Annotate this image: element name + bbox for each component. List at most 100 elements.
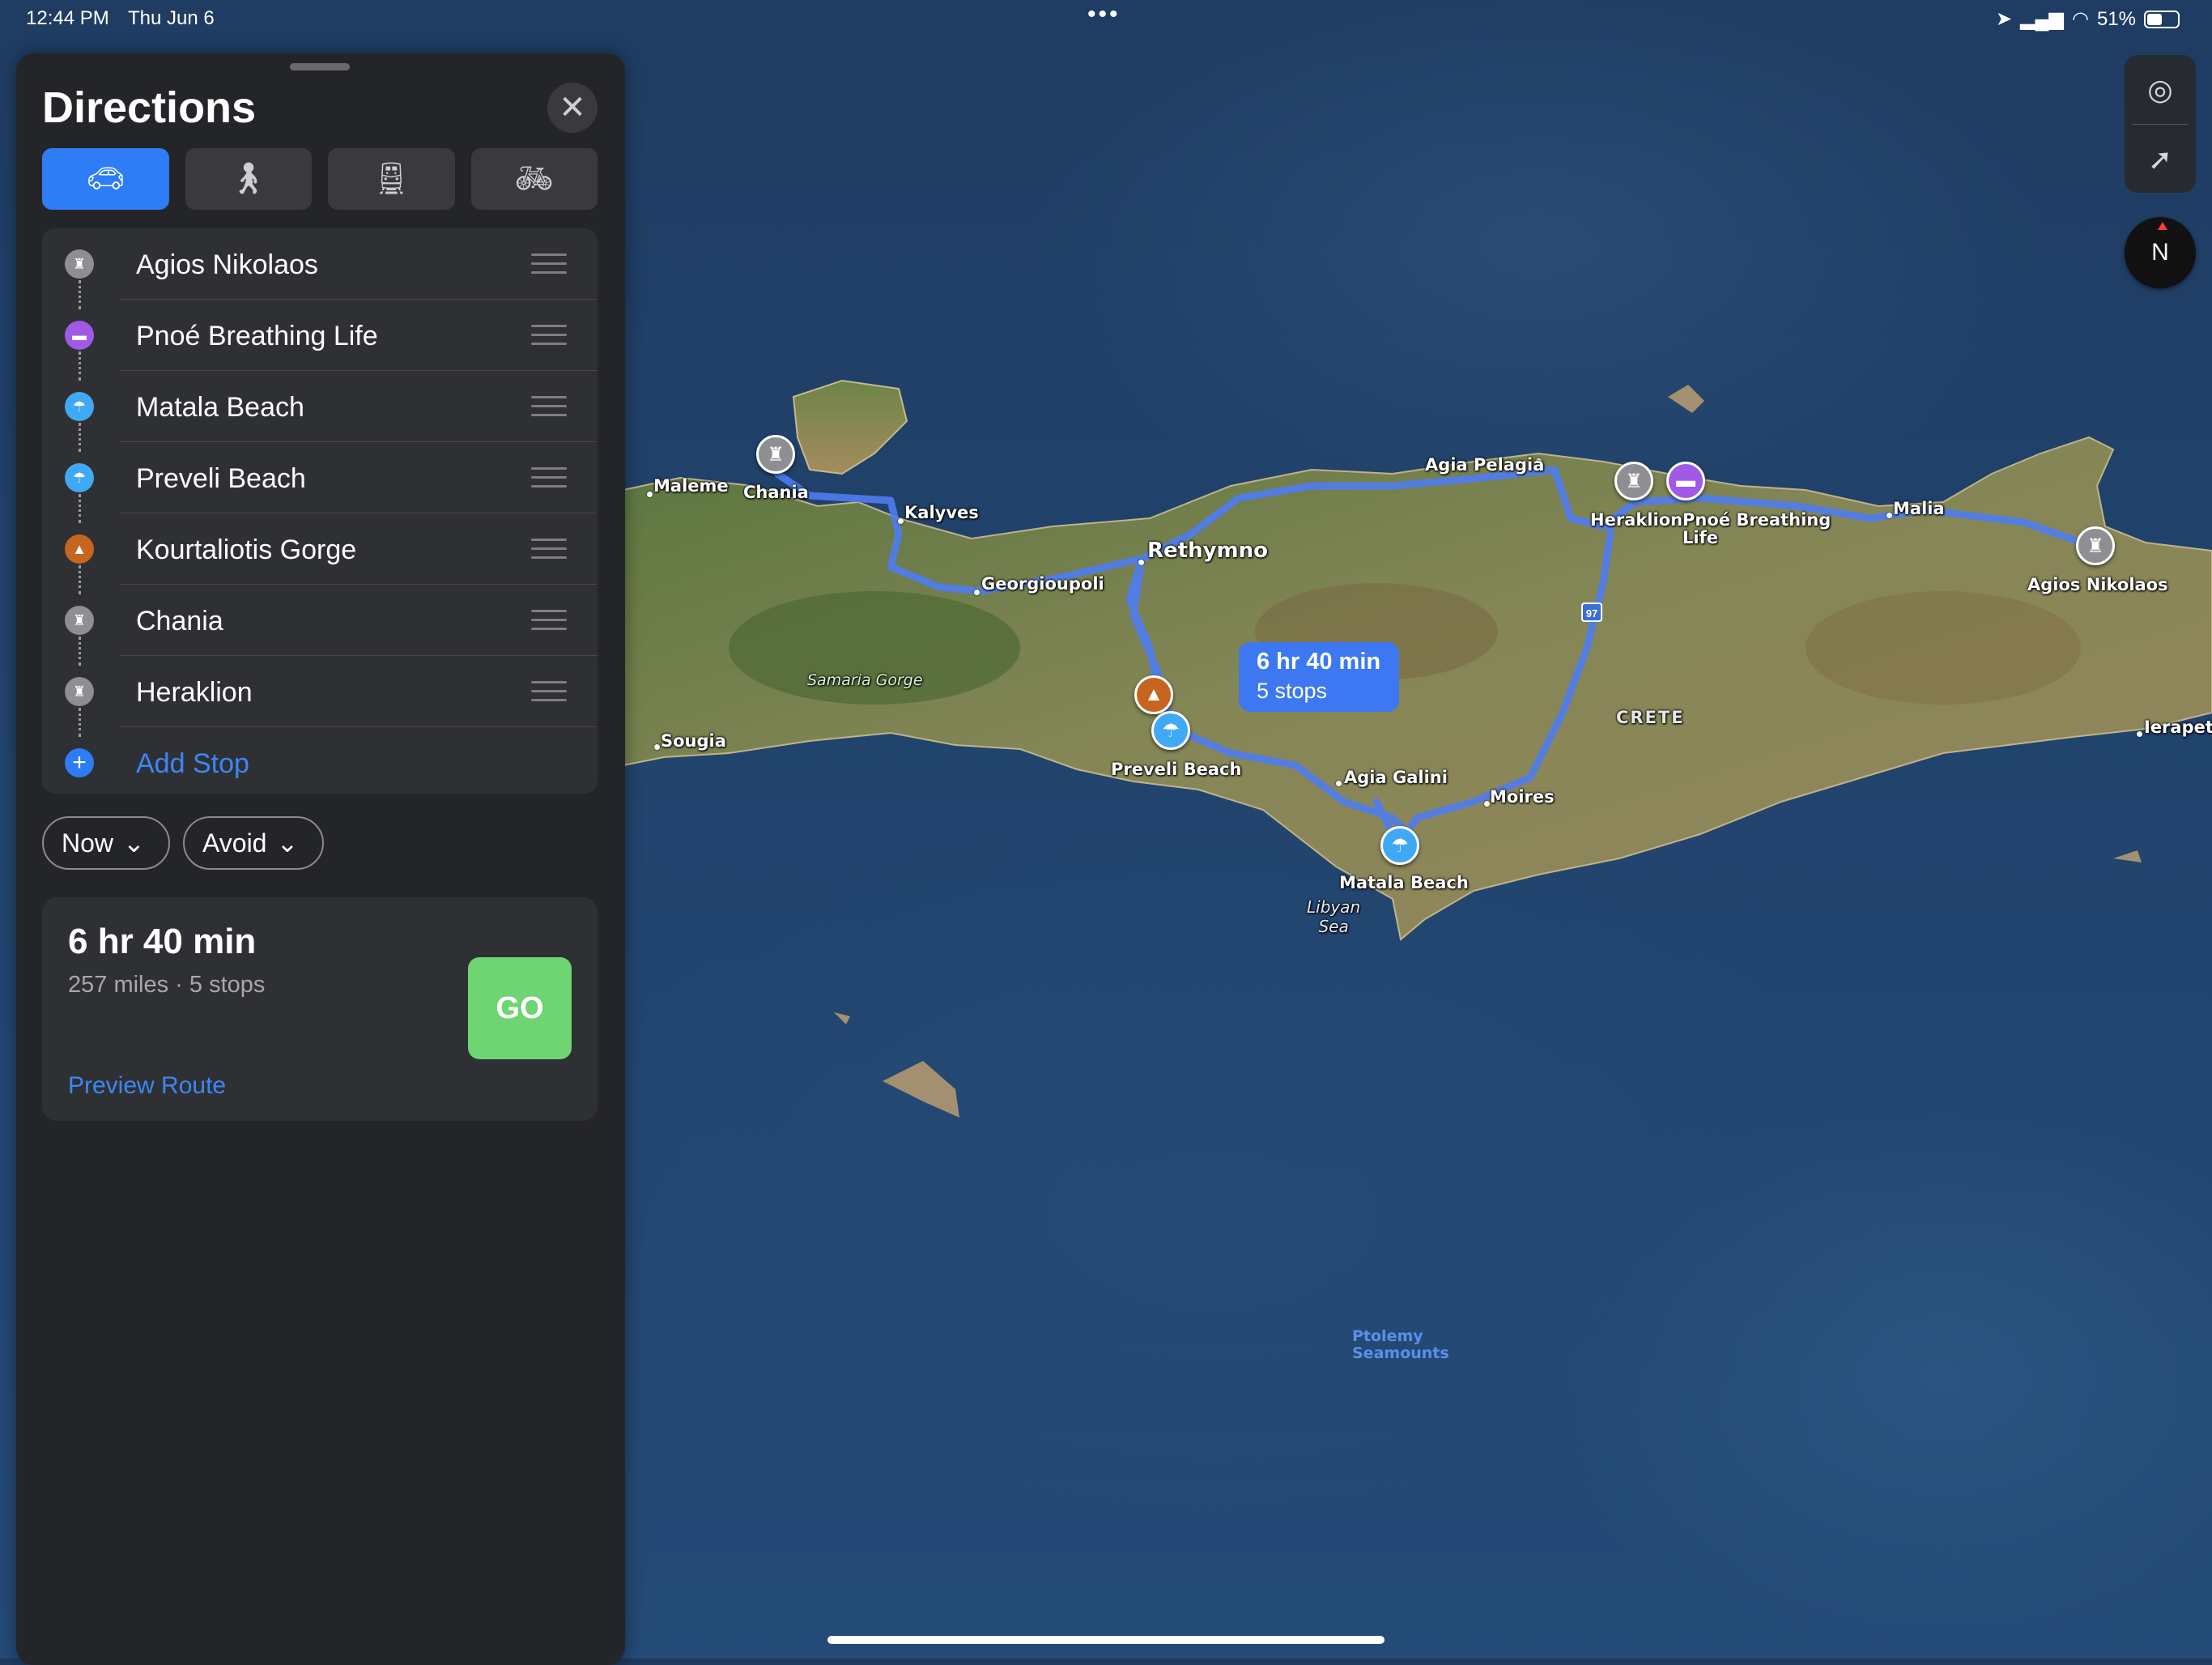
wifi-icon: ◠ bbox=[2072, 8, 2089, 30]
chania-peninsula bbox=[792, 379, 908, 475]
ptolemy-line1: Ptolemy bbox=[1352, 1327, 1423, 1345]
libyan-sea-line2: Sea bbox=[1318, 917, 1349, 936]
route-callout-stops: 5 stops bbox=[1257, 679, 1328, 703]
compass-button[interactable]: N bbox=[2125, 217, 2196, 288]
route-details: 257 miles · 5 stops bbox=[68, 972, 266, 998]
pin-chania[interactable]: ♜ bbox=[756, 435, 795, 474]
stop-row[interactable]: ♜ Chania bbox=[42, 585, 598, 666]
avoid-button[interactable]: Avoid ⌄ bbox=[183, 816, 324, 870]
mode-drive-button[interactable]: 🚗︎ bbox=[42, 148, 169, 210]
stop-row[interactable]: ☂ Preveli Beach bbox=[42, 442, 598, 523]
reorder-handle-icon[interactable] bbox=[531, 325, 567, 346]
map-label-agios-nikolaos[interactable]: Agios Nikolaos bbox=[2027, 575, 2168, 594]
map-label-maleme[interactable]: Maleme bbox=[653, 476, 729, 496]
location-arrow-icon[interactable]: ➚ bbox=[2125, 125, 2196, 193]
panel-grabber[interactable] bbox=[290, 63, 350, 70]
globe-icon[interactable]: ◎ bbox=[2125, 55, 2196, 124]
map-label-libyan-sea: Libyan Sea bbox=[1307, 897, 1360, 936]
map-label-georgioupoli[interactable]: Georgioupoli bbox=[981, 574, 1104, 594]
town-dot bbox=[1336, 781, 1342, 786]
multitasking-dots[interactable]: ••• bbox=[1087, 1, 1121, 28]
ptolemy-line2: Seamounts bbox=[1352, 1344, 1449, 1362]
pin-pnoe-breathing-life[interactable]: ▬ bbox=[1666, 462, 1705, 500]
map-label-malia[interactable]: Malia bbox=[1893, 499, 1945, 518]
reorder-handle-icon[interactable] bbox=[531, 681, 567, 702]
bed-icon: ▬ bbox=[65, 321, 94, 350]
stop-label[interactable]: Pnoé Breathing Life bbox=[136, 321, 378, 352]
route-callout[interactable]: 6 hr 40 min 5 stops bbox=[1239, 642, 1399, 712]
beach-umbrella-icon: ☂ bbox=[1162, 719, 1180, 742]
stop-row[interactable]: ♜ Heraklion bbox=[42, 656, 598, 737]
stop-row[interactable]: ♜ Agios Nikolaos bbox=[42, 228, 598, 309]
libyan-sea-line1: Libyan bbox=[1307, 897, 1361, 917]
mode-transit-button[interactable]: 🚆︎ bbox=[328, 148, 455, 210]
map-label-samaria-gorge[interactable]: Samaria Gorge bbox=[807, 671, 923, 689]
reorder-handle-icon[interactable] bbox=[531, 610, 567, 631]
pin-heraklion[interactable]: ♜ bbox=[1614, 462, 1653, 500]
pin-preveli-beach[interactable]: ☂ bbox=[1151, 711, 1190, 750]
add-stop-label: Add Stop bbox=[136, 748, 249, 779]
city-icon: ♜ bbox=[65, 606, 94, 635]
preview-route-link[interactable]: Preview Route bbox=[68, 1072, 226, 1100]
stop-label[interactable]: Preveli Beach bbox=[136, 463, 306, 495]
route-summary-card[interactable]: 6 hr 40 min 257 miles · 5 stops GO Previ… bbox=[42, 897, 598, 1121]
town-dot bbox=[974, 590, 980, 595]
route-shield-97: 97 bbox=[1581, 603, 1602, 622]
town-dot bbox=[1138, 560, 1144, 565]
pin-matala-beach[interactable]: ☂ bbox=[1380, 826, 1419, 865]
pin-kourtaliotis-gorge[interactable]: ▲ bbox=[1134, 675, 1173, 714]
map-label-heraklion[interactable]: Heraklion bbox=[1590, 510, 1682, 530]
mode-walk-button[interactable]: 🚶︎ bbox=[185, 148, 312, 210]
pin-agios-nikolaos[interactable]: ♜ bbox=[2076, 526, 2115, 565]
stop-label[interactable]: Heraklion bbox=[136, 677, 253, 709]
town-dot bbox=[1484, 801, 1490, 807]
status-right: ➤ ▂▄▆ ◠ 51% bbox=[1996, 7, 2180, 31]
panel-title: Directions bbox=[42, 83, 257, 132]
stop-label[interactable]: Kourtaliotis Gorge bbox=[136, 534, 356, 566]
train-icon: 🚆︎ bbox=[372, 162, 411, 196]
map-label-pnoe-line1[interactable]: Pnoé Breathing bbox=[1682, 510, 1831, 530]
map-controls: ◎ ➚ bbox=[2125, 55, 2196, 193]
home-indicator[interactable] bbox=[827, 1636, 1385, 1644]
map-label-sougia[interactable]: Sougia bbox=[661, 731, 726, 751]
now-button[interactable]: Now ⌄ bbox=[42, 816, 170, 870]
close-icon: ✕ bbox=[559, 90, 586, 126]
go-button[interactable]: GO bbox=[468, 957, 572, 1059]
map-label-agia-pelagia[interactable]: Agia Pelagia bbox=[1425, 455, 1544, 475]
plus-icon: + bbox=[65, 748, 94, 777]
stop-row[interactable]: ☂ Matala Beach bbox=[42, 371, 598, 452]
close-button[interactable]: ✕ bbox=[547, 83, 598, 133]
beach-umbrella-icon: ☂ bbox=[65, 392, 94, 421]
stop-row[interactable]: ▬ Pnoé Breathing Life bbox=[42, 300, 598, 381]
now-label: Now bbox=[62, 828, 114, 858]
route-duration: 6 hr 40 min bbox=[68, 922, 257, 961]
reorder-handle-icon[interactable] bbox=[531, 539, 567, 560]
map-label-preveli-beach[interactable]: Preveli Beach bbox=[1111, 760, 1241, 779]
stop-label[interactable]: Matala Beach bbox=[136, 392, 304, 424]
town-dot bbox=[654, 744, 660, 750]
stop-label[interactable]: Chania bbox=[136, 606, 223, 637]
chevron-down-icon: ⌄ bbox=[123, 828, 145, 858]
stop-label[interactable]: Agios Nikolaos bbox=[136, 249, 318, 281]
map-label-ierapetra[interactable]: Ierapetr bbox=[2144, 718, 2212, 737]
map-label-moires[interactable]: Moires bbox=[1490, 787, 1555, 807]
map-label-rethymno[interactable]: Rethymno bbox=[1147, 539, 1268, 563]
reorder-handle-icon[interactable] bbox=[531, 253, 567, 275]
city-icon: ♜ bbox=[65, 249, 94, 279]
map-label-kalyves[interactable]: Kalyves bbox=[904, 503, 979, 522]
town-dot bbox=[2137, 731, 2142, 737]
location-arrow-icon: ➤ bbox=[1995, 8, 2013, 30]
map-label-ptolemy-seamounts[interactable]: Ptolemy Seamounts bbox=[1352, 1328, 1449, 1362]
map-label-chania[interactable]: Chania bbox=[743, 483, 809, 502]
city-icon: ♜ bbox=[2087, 534, 2104, 557]
reorder-handle-icon[interactable] bbox=[531, 467, 567, 488]
map-label-pnoe-line2[interactable]: Life bbox=[1682, 528, 1718, 547]
stop-row[interactable]: ▲ Kourtaliotis Gorge bbox=[42, 513, 598, 594]
mode-cycle-button[interactable]: 🚲︎ bbox=[470, 148, 598, 210]
reorder-handle-icon[interactable] bbox=[531, 396, 567, 417]
map-label-agia-galini[interactable]: Agia Galini bbox=[1344, 768, 1448, 787]
map-label-matala-beach[interactable]: Matala Beach bbox=[1339, 873, 1469, 892]
cellular-signal-icon: ▂▄▆ bbox=[2020, 8, 2064, 30]
chevron-down-icon: ⌄ bbox=[276, 828, 299, 858]
add-stop-button[interactable]: + Add Stop bbox=[42, 727, 598, 794]
